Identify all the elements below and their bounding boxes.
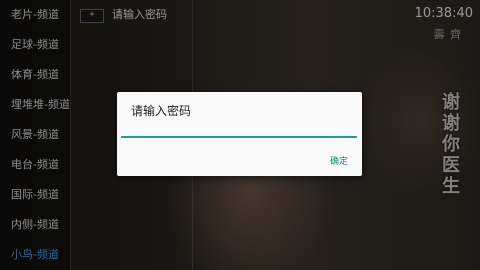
confirm-button[interactable]: 确定 [330,154,348,167]
password-input[interactable] [121,122,357,138]
dialog-title: 请输入密码 [131,104,192,118]
password-dialog: 请输入密码 确定 [117,92,362,176]
